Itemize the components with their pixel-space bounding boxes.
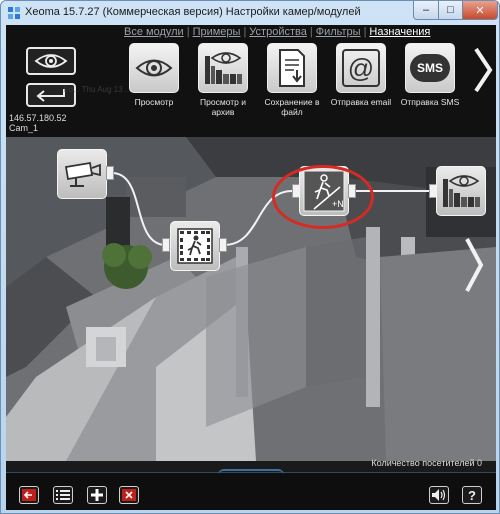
plus-icon: [91, 489, 103, 501]
maximize-button[interactable]: □: [438, 1, 463, 20]
help-button[interactable]: ?: [462, 486, 482, 504]
speaker-icon: [432, 489, 446, 501]
delete-icon: [122, 489, 136, 501]
minimize-icon: –: [422, 4, 430, 16]
list-button[interactable]: [53, 486, 73, 504]
add-button[interactable]: [87, 486, 107, 504]
panel-handle[interactable]: [218, 469, 284, 475]
preview-archive-node[interactable]: [436, 166, 486, 216]
input-port[interactable]: [162, 238, 170, 252]
motion-detector-node[interactable]: [170, 221, 220, 271]
feed-next-arrow-icon[interactable]: [461, 235, 487, 295]
back-button[interactable]: [19, 486, 39, 504]
app-window: Xeoma 15.7.27 (Коммерческая версия) Наст…: [0, 0, 500, 514]
output-port[interactable]: [106, 166, 114, 180]
exit-icon: [22, 489, 36, 501]
help-icon: ?: [468, 487, 476, 503]
delete-button[interactable]: [119, 486, 139, 504]
list-icon: [56, 490, 70, 500]
camera-source-icon: [64, 161, 101, 187]
output-port[interactable]: [219, 238, 227, 252]
xeoma-logo-icon: [8, 7, 20, 19]
maximize-icon: □: [447, 4, 454, 16]
bottom-toolbar: ?: [6, 469, 496, 510]
visitors-count: Количество посетителей 0: [371, 458, 482, 468]
close-icon: ✕: [475, 4, 485, 17]
close-button[interactable]: ✕: [462, 1, 498, 20]
settings-area: Все модули | Примеры | Устройства | Филь…: [6, 25, 496, 510]
preview-archive-icon: [443, 175, 480, 207]
motion-detector-icon: [177, 228, 213, 264]
window-title: Xeoma 15.7.27 (Коммерческая версия) Наст…: [25, 6, 361, 18]
minimize-button[interactable]: –: [413, 1, 439, 20]
highlight-circle: [272, 165, 374, 229]
title-bar[interactable]: Xeoma 15.7.27 (Коммерческая версия) Наст…: [1, 1, 499, 25]
camera-source-node[interactable]: [57, 149, 107, 199]
sound-button[interactable]: [429, 486, 449, 504]
module-chain-connections: [111, 172, 431, 246]
